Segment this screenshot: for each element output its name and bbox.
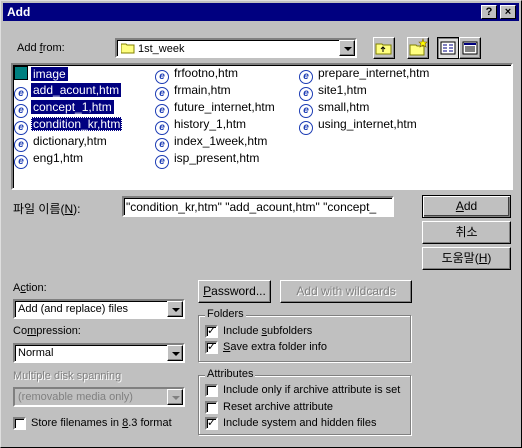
- file-item[interactable]: e isp_present,htm: [155, 151, 261, 169]
- reset-archive-checkbox[interactable]: [205, 401, 218, 414]
- help-title-button[interactable]: ?: [481, 5, 497, 19]
- folder-icon: [120, 43, 135, 54]
- ie-document-icon: e: [155, 87, 169, 101]
- new-folder-icon: [409, 38, 428, 56]
- file-item[interactable]: e frmain,htm: [155, 83, 233, 101]
- action-combo[interactable]: Add (and replace) files: [13, 299, 185, 319]
- only-archive-checkbox[interactable]: [205, 384, 218, 397]
- up-folder-icon: [375, 43, 392, 55]
- file-item[interactable]: e history_1,htm: [155, 117, 248, 135]
- compression-label: Compression:: [13, 325, 81, 337]
- save-extra-folder-label: Save extra folder info: [223, 341, 327, 353]
- spanning-label: Multiple disk spanning: [13, 370, 122, 382]
- system-hidden-label: Include system and hidden files: [223, 417, 377, 429]
- ie-document-icon: e: [155, 104, 169, 118]
- ie-document-icon: e: [155, 121, 169, 135]
- add-button[interactable]: Add: [422, 195, 511, 218]
- up-folder-button[interactable]: [373, 37, 395, 59]
- action-dropdown-button[interactable]: [167, 301, 183, 317]
- add-from-dropdown-button[interactable]: [339, 40, 355, 56]
- chevron-down-icon: [172, 308, 180, 312]
- include-subfolders-label: Include subfolders: [223, 325, 313, 337]
- add-with-wildcards-button[interactable]: Add with wildcards: [280, 280, 412, 303]
- details-view-icon: [462, 41, 478, 55]
- file-item[interactable]: e add_acount,htm: [14, 83, 122, 101]
- file-item[interactable]: image: [14, 66, 68, 82]
- ie-document-icon: e: [14, 121, 28, 135]
- include-subfolders-checkbox[interactable]: ✓: [205, 325, 218, 338]
- reset-archive-label: Reset archive attribute: [223, 401, 334, 413]
- help-button[interactable]: 도움말(H): [422, 247, 511, 270]
- chevron-down-icon: [172, 396, 180, 400]
- ie-document-icon: e: [299, 70, 313, 84]
- password-button[interactable]: Password...: [198, 280, 271, 303]
- ie-document-icon: e: [299, 87, 313, 101]
- ie-document-icon: e: [155, 138, 169, 152]
- ie-document-icon: e: [14, 87, 28, 101]
- filename-input[interactable]: "condition_kr,htm" "add_acount,htm" "con…: [122, 196, 394, 217]
- ie-document-icon: e: [155, 70, 169, 84]
- spanning-combo[interactable]: (removable media only): [13, 387, 185, 407]
- chevron-down-icon: [344, 47, 352, 51]
- add-from-label: Add from:: [17, 42, 65, 54]
- ie-document-icon: e: [299, 121, 313, 135]
- folders-group: Folders: [198, 308, 411, 362]
- ie-document-icon: e: [155, 155, 169, 169]
- store-83-checkbox[interactable]: [13, 417, 26, 430]
- file-item[interactable]: e future_internet,htm: [155, 100, 277, 118]
- details-view-button[interactable]: [459, 37, 481, 59]
- title-bar[interactable]: Add ? ×: [3, 3, 519, 21]
- cancel-button[interactable]: 취소: [422, 221, 511, 244]
- file-item[interactable]: e condition_kr,htm: [14, 117, 123, 135]
- filename-label: 파일 이름(N):: [13, 202, 81, 216]
- ie-document-icon: e: [299, 104, 313, 118]
- ie-document-icon: e: [14, 104, 28, 118]
- action-label: Action:: [13, 282, 47, 294]
- chevron-down-icon: [172, 352, 180, 356]
- file-item[interactable]: e using_internet,htm: [299, 117, 419, 135]
- close-title-button[interactable]: ×: [500, 5, 516, 19]
- image-file-icon: [14, 66, 28, 80]
- add-from-value: 1st_week: [120, 42, 184, 55]
- file-item[interactable]: e index_1week,htm: [155, 134, 269, 152]
- save-extra-folder-checkbox[interactable]: ✓: [205, 341, 218, 354]
- list-view-icon: [440, 41, 456, 55]
- file-item[interactable]: e site1,htm: [299, 83, 369, 101]
- system-hidden-checkbox[interactable]: ✓: [205, 417, 218, 430]
- store-83-label: Store filenames in 8.3 format: [31, 417, 172, 429]
- file-item[interactable]: e eng1,htm: [14, 151, 85, 169]
- file-item[interactable]: e concept_1,htm: [14, 100, 114, 118]
- file-list[interactable]: image e add_acount,htm e concept_1,htm e co…: [11, 63, 513, 190]
- file-item[interactable]: e small,htm: [299, 100, 371, 118]
- list-view-button[interactable]: [437, 37, 459, 59]
- add-dialog: Add ? × Add from: 1st_week image e add_ac…: [0, 0, 522, 448]
- ie-document-icon: e: [14, 138, 28, 152]
- new-folder-button[interactable]: [407, 37, 429, 59]
- file-item[interactable]: e frfootno,htm: [155, 66, 240, 84]
- file-item[interactable]: e dictionary,htm: [14, 134, 109, 152]
- compression-dropdown-button[interactable]: [167, 345, 183, 361]
- file-item[interactable]: e prepare_internet,htm: [299, 66, 431, 84]
- folders-group-title: Folders: [205, 308, 246, 320]
- dialog-title: Add: [7, 5, 31, 19]
- add-from-combo[interactable]: 1st_week: [115, 38, 357, 58]
- only-archive-label: Include only if archive attribute is set: [223, 384, 401, 396]
- attributes-group-title: Attributes: [205, 368, 256, 380]
- ie-document-icon: e: [14, 155, 28, 169]
- compression-combo[interactable]: Normal: [13, 343, 185, 363]
- spanning-dropdown-button[interactable]: [167, 389, 183, 405]
